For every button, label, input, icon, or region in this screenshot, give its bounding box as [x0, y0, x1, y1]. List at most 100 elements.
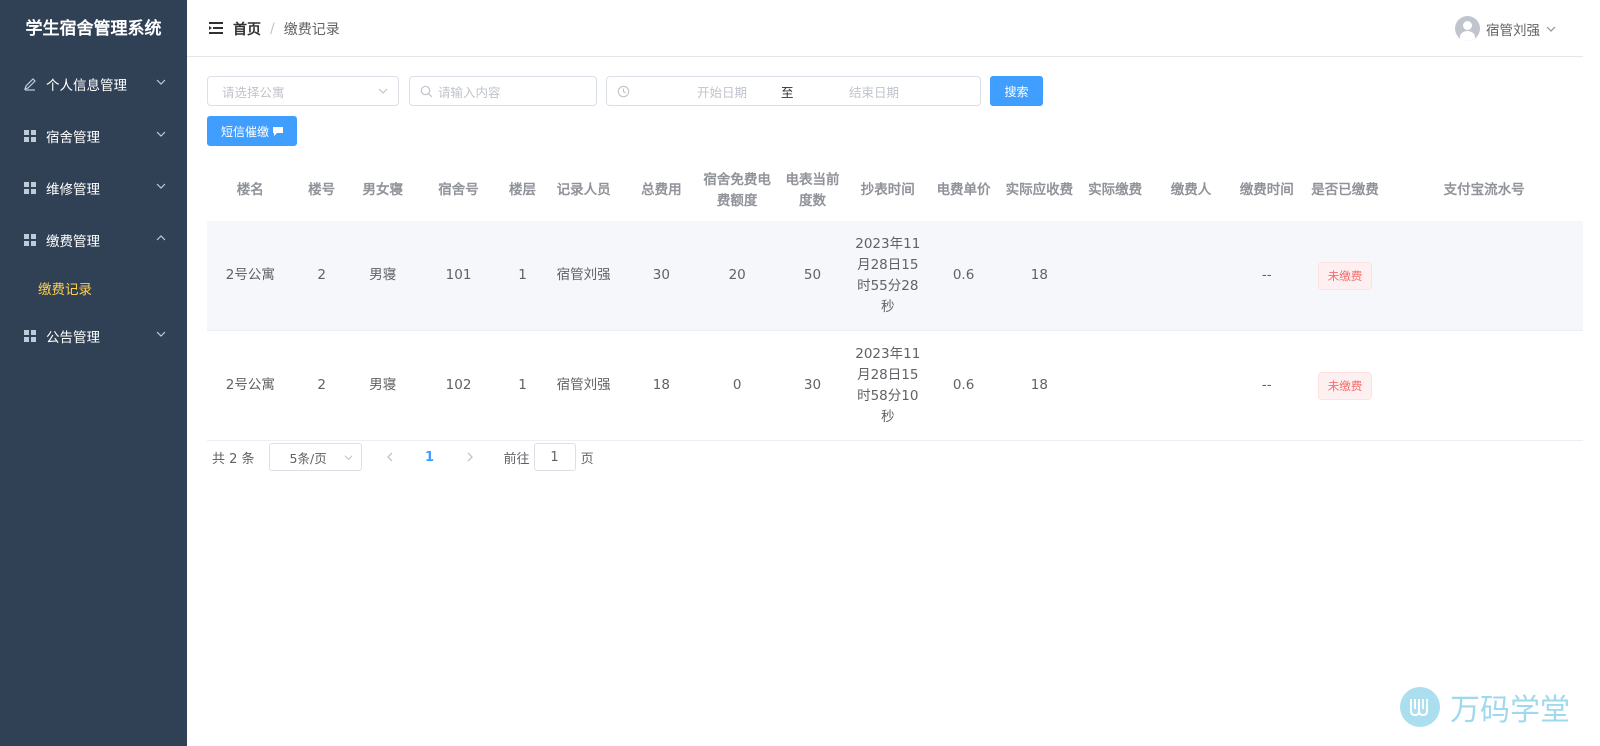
search-icon	[420, 85, 433, 98]
cell-free-quota: 20	[728, 267, 746, 283]
sidebar-item-notice[interactable]: 公告管理	[0, 310, 187, 362]
chevron-down-icon	[156, 183, 166, 189]
column-header[interactable]: 男女寝	[350, 180, 416, 201]
column-header[interactable]: 实际应收费	[1001, 180, 1077, 201]
grid-icon	[22, 128, 38, 144]
cell-unit-price: 0.6	[952, 377, 975, 393]
table-row[interactable]: 2号公寓 2 男寝 102 1 宿管刘强 18 0 30 2023年11月28日…	[207, 331, 1583, 441]
sidebar-item-label: 公告管理	[46, 330, 100, 346]
apartment-select[interactable]: 请选择公寓	[207, 76, 399, 106]
cell-meter: 30	[803, 377, 822, 393]
search-placeholder: 请输入内容	[438, 84, 501, 100]
column-header[interactable]: 宿舍号	[416, 180, 502, 201]
sidebar-item-profile[interactable]: 个人信息管理	[0, 58, 187, 110]
message-icon	[273, 126, 283, 136]
sidebar-item-label: 维修管理	[46, 182, 100, 198]
cell-recorder: 宿管刘强	[556, 377, 611, 393]
cell-gender: 男寝	[369, 377, 397, 393]
cell-floor: 1	[518, 377, 527, 393]
cell-building: 2号公寓	[225, 377, 275, 393]
cell-status: 未缴费	[1305, 371, 1386, 400]
column-header[interactable]: 抄表时间	[850, 180, 926, 201]
cell-pay-time: --	[1261, 377, 1272, 393]
goto-label: 前往	[503, 451, 530, 467]
start-date-input[interactable]: 开始日期	[607, 82, 797, 101]
sms-reminder-button[interactable]: 短信催缴	[207, 116, 297, 146]
column-header[interactable]: 宿舍免费电费额度	[699, 170, 775, 212]
page-label: 页	[580, 451, 594, 467]
next-page-icon[interactable]	[464, 451, 476, 463]
menu-toggle-icon[interactable]	[209, 22, 223, 34]
grid-icon	[22, 180, 38, 196]
breadcrumb-separator: /	[270, 21, 275, 37]
column-header[interactable]: 总费用	[623, 180, 699, 201]
column-header[interactable]: 缴费时间	[1229, 180, 1305, 201]
sms-button-label: 短信催缴	[220, 124, 269, 139]
apartment-select-placeholder: 请选择公寓	[222, 84, 285, 100]
search-input[interactable]: 请输入内容	[409, 76, 597, 106]
cell-building: 2号公寓	[225, 267, 275, 283]
scrollbar[interactable]	[1583, 0, 1600, 746]
column-header[interactable]: 电表当前度数	[775, 170, 850, 212]
app-title: 学生宿舍管理系统	[25, 19, 162, 39]
user-menu[interactable]: 宿管刘强	[1455, 16, 1556, 41]
sidebar-item-label: 缴费管理	[46, 234, 100, 250]
column-header[interactable]: 楼名	[207, 180, 294, 201]
status-badge: 未缴费	[1317, 371, 1373, 400]
column-header[interactable]: 是否已缴费	[1305, 180, 1386, 201]
cell-receivable: 18	[1030, 267, 1048, 283]
search-button-label: 搜索	[1004, 84, 1029, 99]
end-date-input[interactable]: 结束日期	[799, 82, 989, 101]
cell-room: 101	[445, 267, 472, 283]
sidebar-item-payment[interactable]: 缴费管理	[0, 214, 187, 266]
cell-read-time: 2023年11月28日15时55分28秒	[855, 235, 921, 315]
pagination-total: 共 2 条	[212, 451, 255, 467]
column-header[interactable]: 实际缴费	[1077, 180, 1153, 201]
goto-page-input[interactable]: 1	[533, 443, 576, 471]
cell-pay-time: --	[1261, 267, 1272, 283]
breadcrumb: 首页 / 缴费记录	[233, 19, 340, 39]
sidebar: 学生宿舍管理系统 个人信息管理 宿舍管理 维修管理 缴费管理 缴费记录 公告管理	[0, 0, 187, 746]
column-header[interactable]: 缴费人	[1153, 180, 1229, 201]
grid-icon	[22, 232, 38, 248]
sidebar-item-dorm[interactable]: 宿舍管理	[0, 110, 187, 162]
cell-free-quota: 0	[732, 377, 742, 393]
edit-icon	[22, 76, 38, 92]
column-header[interactable]: 支付宝流水号	[1385, 180, 1583, 201]
cell-receivable: 18	[1030, 377, 1048, 393]
prev-page-icon[interactable]	[384, 451, 396, 463]
search-button[interactable]: 搜索	[990, 76, 1043, 106]
chevron-down-icon	[156, 331, 166, 337]
cell-read-time: 2023年11月28日15时58分10秒	[855, 345, 921, 425]
header: 首页 / 缴费记录 宿管刘强	[187, 0, 1600, 57]
sidebar-item-label: 宿舍管理	[46, 130, 100, 146]
chevron-down-icon	[378, 88, 388, 94]
pagination: 共 2 条 5条/页 1 前往 1 页	[212, 443, 594, 471]
cell-recorder: 宿管刘强	[556, 267, 611, 283]
cell-building-no: 2	[317, 267, 326, 283]
chevron-down-icon	[156, 79, 166, 85]
page-number[interactable]: 1	[418, 450, 442, 465]
watermark-text: 万码学堂	[1450, 693, 1570, 728]
column-header[interactable]: 电费单价	[926, 180, 1002, 201]
date-range-picker[interactable]: 开始日期 至 结束日期	[606, 76, 981, 106]
status-badge: 未缴费	[1317, 261, 1373, 290]
table-header: 楼名 楼号 男女寝 宿舍号 楼层 记录人员 总费用 宿舍免费电费额度 电表当前度…	[207, 160, 1583, 221]
column-header[interactable]: 楼层	[501, 180, 543, 201]
cell-total: 30	[652, 267, 670, 283]
breadcrumb-home[interactable]: 首页	[233, 19, 261, 39]
column-header[interactable]: 楼号	[294, 180, 350, 201]
table-row[interactable]: 2号公寓 2 男寝 101 1 宿管刘强 30 20 50 2023年11月28…	[207, 221, 1583, 331]
page-size-select[interactable]: 5条/页	[268, 443, 362, 471]
sidebar-item-repair[interactable]: 维修管理	[0, 162, 187, 214]
sidebar-subitem-payment-records[interactable]: 缴费记录	[0, 266, 187, 310]
column-header[interactable]: 记录人员	[544, 180, 624, 201]
watermark: 万码学堂	[1400, 685, 1570, 729]
cell-floor: 1	[518, 267, 527, 283]
cell-room: 102	[445, 377, 472, 393]
user-name: 宿管刘强	[1486, 22, 1540, 39]
page-size-value: 5条/页	[289, 450, 327, 466]
cell-total: 18	[652, 377, 670, 393]
sidebar-item-label: 个人信息管理	[46, 78, 127, 94]
grid-icon	[22, 328, 38, 344]
